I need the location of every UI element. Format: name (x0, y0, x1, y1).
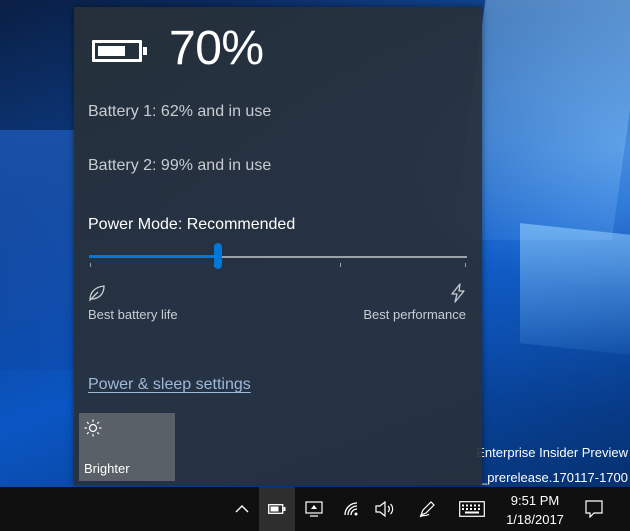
slider-track-fill (89, 255, 218, 258)
slider-thumb[interactable] (213, 243, 222, 269)
bolt-icon (451, 283, 465, 303)
clock[interactable]: 9:51 PM 1/18/2017 (494, 491, 576, 529)
battery-tray-button[interactable] (259, 487, 295, 531)
power-sleep-settings-link[interactable]: Power & sleep settings (88, 376, 251, 394)
light-beam (520, 223, 630, 357)
best-performance-label: Best performance (363, 307, 466, 322)
taskbar: 9:51 PM 1/18/2017 (0, 487, 630, 531)
battery1-status: Battery 1: 62% and in use (88, 103, 272, 120)
action-center-button[interactable] (580, 487, 608, 531)
battery-tray-icon (268, 504, 286, 514)
volume-icon (375, 501, 394, 517)
battery-flyout: 70% Battery 1: 62% and in use Battery 2:… (74, 7, 482, 485)
windows-ink-button[interactable] (412, 487, 442, 531)
keyboard-icon (459, 501, 485, 517)
leaf-icon (89, 285, 105, 302)
touch-keyboard-button[interactable] (455, 487, 489, 531)
action-center-icon (585, 500, 603, 518)
clock-time: 9:51 PM (510, 493, 560, 508)
light-beam (0, 130, 74, 370)
show-hidden-icons-button[interactable] (228, 487, 256, 531)
volume-button[interactable] (370, 487, 400, 531)
battery-percentage: 70% (169, 22, 264, 75)
battery-icon (92, 40, 147, 62)
network-button[interactable] (337, 487, 367, 531)
best-battery-life-label: Best battery life (88, 307, 178, 322)
brightness-icon (84, 419, 102, 437)
slider-tick (90, 263, 91, 267)
battery2-status: Battery 2: 99% and in use (88, 157, 272, 174)
power-mode-title: Power Mode: Recommended (88, 216, 296, 233)
slider-tick (465, 263, 466, 267)
brightness-tile[interactable]: Brighter (79, 413, 175, 481)
pen-icon (419, 501, 435, 518)
power-mode-slider[interactable] (89, 242, 467, 272)
projection-button[interactable] (299, 487, 329, 531)
projection-icon (305, 501, 323, 517)
chevron-up-icon (235, 505, 249, 513)
slider-tick (340, 263, 341, 267)
brightness-tile-label: Brighter (84, 461, 130, 476)
clock-date: 1/18/2017 (506, 512, 564, 527)
wifi-icon (344, 502, 358, 516)
